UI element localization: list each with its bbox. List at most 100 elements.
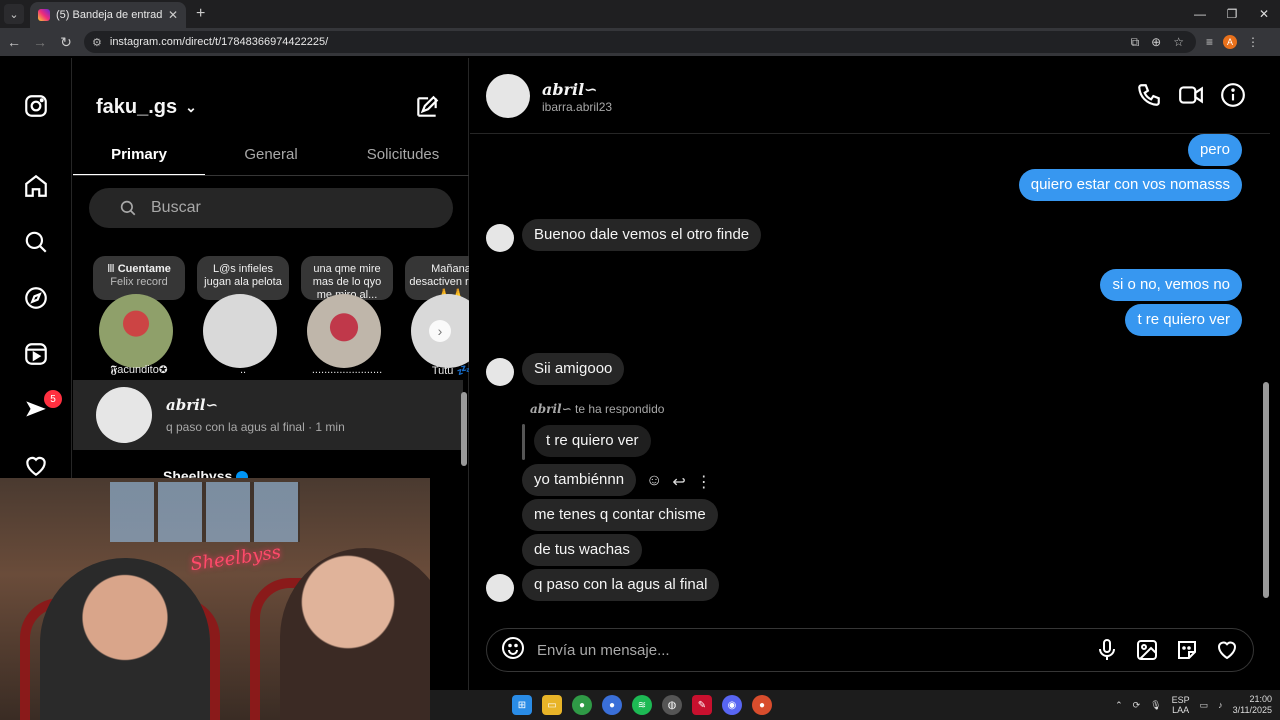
phone-call-icon[interactable] [1136,82,1162,108]
neon-sign: Sheelbyss [188,541,283,576]
message-input[interactable] [537,641,1095,659]
sync-icon[interactable]: ⟳ [1133,700,1141,711]
reload-icon[interactable]: ↻ [54,34,78,51]
streamer-left [40,558,210,720]
more-options-icon[interactable]: ⋮ [696,472,712,492]
media-control-icon[interactable]: ≡ [1206,35,1213,49]
sticker-icon[interactable] [1175,638,1199,662]
notes-row: Ⅲ Cuentame Felix record 𝕱acundito✪ L@s i… [91,256,469,380]
avatar [96,387,152,443]
chrome-profile-icon[interactable]: ● [602,695,622,715]
message-outgoing[interactable]: si o no, vemos no [1100,269,1242,301]
tray-overflow-icon[interactable]: ⌃ [1115,700,1123,711]
obs-icon[interactable]: ◍ [662,695,682,715]
music-bars-icon: Ⅲ [107,263,118,275]
tab-close-icon[interactable]: ✕ [168,8,178,22]
site-info-icon[interactable]: ⚙ [92,36,102,49]
quoted-message[interactable]: t re quiero ver [534,425,651,457]
message-outgoing[interactable]: t re quiero ver [1125,304,1242,336]
message-incoming[interactable]: Buenoo dale vemos el otro finde [522,219,762,251]
message-incoming[interactable]: me tenes q contar chisme [522,499,718,531]
language-indicator[interactable]: ESP LAA [1172,695,1190,715]
mic-tray-icon[interactable]: 🎙 [1150,700,1161,711]
app-icon[interactable]: ✎ [692,695,712,715]
info-icon[interactable] [1220,82,1246,108]
tab-title: (5) Bandeja de entrada • Direct [56,9,162,21]
message-incoming[interactable]: de tus wachas [522,534,642,566]
like-heart-icon[interactable] [1215,638,1239,662]
minimize-icon[interactable]: — [1184,7,1216,21]
instagram-logo-icon[interactable] [22,92,50,120]
avatar [486,224,514,252]
volume-icon[interactable]: ♪ [1218,700,1223,710]
message-outgoing[interactable]: quiero estar con vos nomasss [1018,169,1242,201]
messages-icon[interactable]: 5 [22,390,62,424]
lang-layout: LAA [1172,705,1190,715]
tab-primary[interactable]: Primary [73,142,205,175]
windows-taskbar: ⊞ ▭ ● ● ≋ ◍ ✎ ◉ ● ⌃ ⟳ 🎙 ESP LAA ▭ ♪ 21:00… [430,690,1280,720]
tab-search-button[interactable]: ⌄ [4,4,24,24]
chrome-icon[interactable]: ● [572,695,592,715]
address-bar[interactable]: ⚙ instagram.com/direct/t/178483669744222… [84,31,1196,53]
chat-scrollbar[interactable] [1262,66,1270,666]
search-box[interactable] [89,188,453,228]
account-switcher[interactable]: faku_.gs ⌄ [96,96,197,119]
profile-avatar[interactable]: A [1223,35,1238,49]
chevron-down-icon: ⌄ [185,99,197,115]
chrome-active-icon[interactable]: ● [752,695,772,715]
system-clock[interactable]: 21:00 3/11/2025 [1233,694,1272,716]
bookmark-star-icon[interactable]: ☆ [1173,35,1184,50]
conversation-name: abril∽ [166,396,219,414]
message-incoming[interactable]: q paso con la agus al final [522,569,720,601]
message-composer [486,628,1254,672]
image-upload-icon[interactable] [1135,638,1159,662]
video-call-icon[interactable] [1178,82,1204,108]
inbox-scrollbar[interactable] [461,392,467,466]
spotify-icon[interactable]: ≋ [632,695,652,715]
url-text[interactable]: instagram.com/direct/t/17848366974422225… [110,36,1123,48]
new-message-icon[interactable] [414,94,440,120]
notifications-heart-icon[interactable] [22,452,50,480]
tab-general[interactable]: General [205,142,337,175]
new-tab-icon[interactable]: + [196,5,205,23]
avatar[interactable] [486,74,530,118]
chat-contact-name[interactable]: abril∽ [542,80,598,99]
notes-next-chevron-icon[interactable]: › [429,320,451,342]
message-outgoing[interactable]: pero [1187,134,1242,166]
chat-scrollbar-thumb[interactable] [1263,382,1269,598]
account-username: faku_.gs [96,96,178,118]
back-icon[interactable]: ← [2,34,26,50]
avatar [486,358,514,386]
restore-icon[interactable]: ❐ [1216,7,1248,21]
home-icon[interactable] [22,172,50,200]
zoom-icon[interactable]: ⊕ [1151,35,1161,50]
search-input[interactable] [151,199,411,217]
instagram-favicon-icon [38,9,50,21]
conversation-row-active[interactable]: abril∽ q paso con la agus al final · 1 m… [73,380,463,450]
messages-badge: 5 [44,390,62,408]
explore-icon[interactable] [22,284,50,312]
file-explorer-icon[interactable]: ▭ [542,695,562,715]
react-emoji-icon[interactable]: ☺ [646,472,662,492]
microphone-icon[interactable] [1095,638,1119,662]
inbox-tabs: Primary General Solicitudes [73,142,469,176]
cast-icon[interactable]: ⧉ [1131,35,1140,50]
note-bubble: Mañana desactiven redes 🙏🙏 [405,256,469,300]
discord-icon[interactable]: ◉ [722,695,742,715]
note-username: ....................... [311,364,383,376]
display-icon[interactable]: ▭ [1200,700,1209,711]
tab-requests[interactable]: Solicitudes [337,142,469,175]
reels-icon[interactable] [22,340,50,368]
message-incoming[interactable]: Sii amigooo [522,353,625,385]
browser-menu-icon[interactable]: ⋮ [1247,35,1259,49]
reply-author: abril∽ [530,402,572,416]
windows-start-icon[interactable]: ⊞ [512,695,532,715]
search-nav-icon[interactable] [22,228,50,256]
close-window-icon[interactable]: ✕ [1248,7,1280,21]
note-username: 𝕱acundito✪ [110,364,168,376]
reply-arrow-icon[interactable]: ↩ [672,472,685,492]
browser-tab[interactable]: (5) Bandeja de entrada • Direct ✕ [30,2,186,28]
forward-icon[interactable]: → [28,34,52,50]
emoji-picker-icon[interactable] [501,636,525,665]
message-incoming[interactable]: yo tambiénnn [522,464,637,496]
